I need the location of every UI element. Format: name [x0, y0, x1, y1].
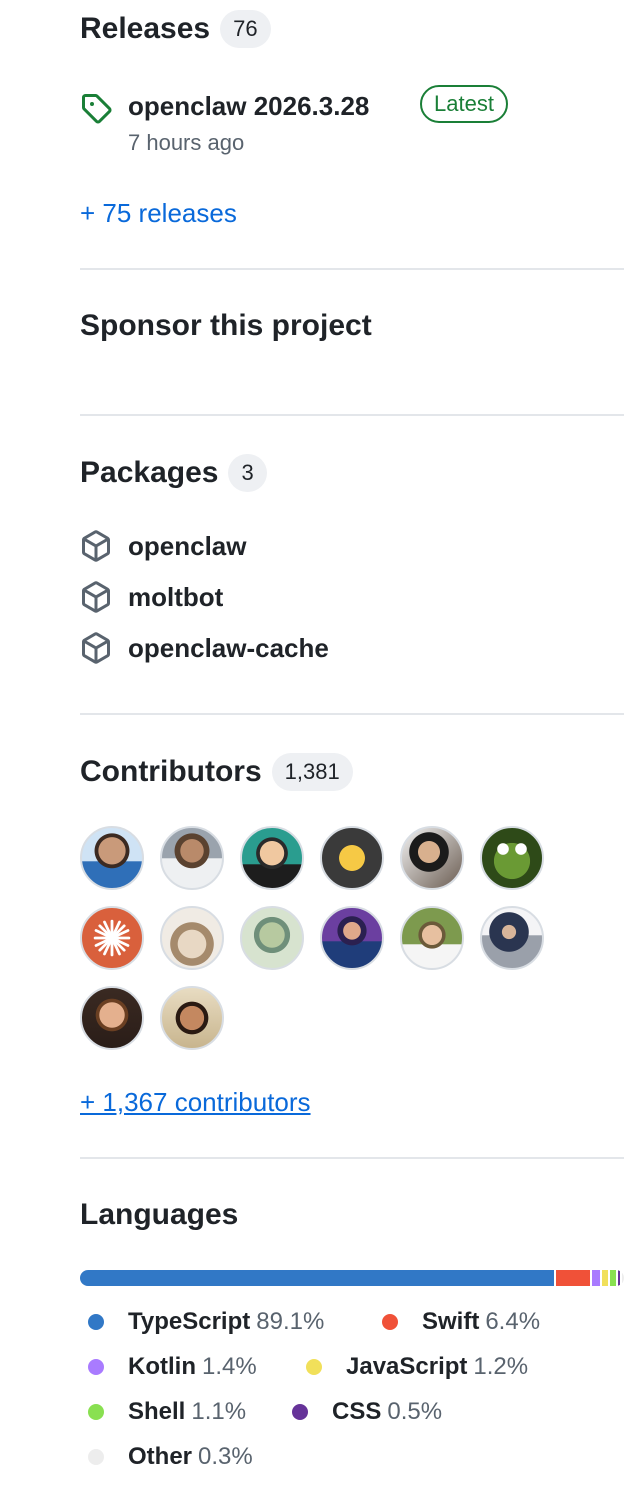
divider: [80, 414, 624, 416]
language-bar-segment-typescript: [80, 1270, 555, 1286]
language-item-css[interactable]: CSS 0.5%: [292, 1397, 442, 1427]
languages-header: Languages: [80, 1197, 624, 1233]
language-dot: [88, 1404, 104, 1420]
contributor-avatar[interactable]: [80, 986, 144, 1050]
language-dot: [306, 1359, 322, 1375]
language-dot: [88, 1449, 104, 1465]
language-bar: [80, 1270, 624, 1286]
language-dot: [382, 1314, 398, 1330]
tag-icon: [82, 94, 112, 124]
language-dot: [88, 1314, 104, 1330]
contributor-avatar[interactable]: [240, 906, 304, 970]
release-time: 7 hours ago: [128, 130, 245, 155]
contributor-avatar[interactable]: [480, 906, 544, 970]
language-item-swift[interactable]: Swift 6.4%: [382, 1307, 540, 1337]
language-bar-segment-swift: [556, 1270, 591, 1286]
language-item-kotlin[interactable]: Kotlin 1.4%: [88, 1352, 257, 1382]
package-name[interactable]: openclaw-cache: [128, 630, 329, 666]
more-contributors-link[interactable]: + 1,367 contributors: [80, 1087, 311, 1117]
contributor-avatar[interactable]: [320, 826, 384, 890]
release-name-link[interactable]: openclaw 2026.3.28: [128, 88, 369, 124]
sponsor-header: Sponsor this project: [80, 308, 624, 344]
language-bar-segment-javascript: [601, 1270, 608, 1286]
language-bar-segment-other: [622, 1270, 624, 1286]
starburst-icon: [93, 919, 131, 957]
language-dot: [292, 1404, 308, 1420]
language-item-shell[interactable]: Shell 1.1%: [88, 1397, 246, 1427]
package-icon: [82, 632, 110, 664]
contributor-avatar[interactable]: [400, 826, 464, 890]
more-releases-link[interactable]: + 75 releases: [80, 198, 237, 228]
language-dot: [88, 1359, 104, 1375]
releases-title[interactable]: Releases: [80, 11, 210, 47]
contributors-count-badge: 1,381: [271, 753, 353, 791]
contributor-avatar[interactable]: [240, 826, 304, 890]
package-name[interactable]: moltbot: [128, 579, 223, 615]
latest-badge: Latest: [420, 85, 508, 123]
contributor-avatar[interactable]: [160, 986, 224, 1050]
language-bar-segment-shell: [609, 1270, 616, 1286]
languages-title: Languages: [80, 1198, 239, 1231]
contributor-avatar[interactable]: [80, 826, 144, 890]
packages-count-badge: 3: [228, 454, 267, 492]
language-item-javascript[interactable]: JavaScript 1.2%: [306, 1352, 528, 1382]
contributor-avatar[interactable]: [320, 906, 384, 970]
divider: [80, 268, 624, 270]
contributor-avatar[interactable]: [160, 906, 224, 970]
language-item-typescript[interactable]: TypeScript 89.1%: [88, 1307, 324, 1337]
more-contributors: + 1,367 contributors: [80, 1087, 624, 1118]
language-bar-segment-css: [617, 1270, 621, 1286]
contributor-avatar[interactable]: [400, 906, 464, 970]
contributor-avatar[interactable]: [160, 826, 224, 890]
language-item-other: Other 0.3%: [88, 1442, 253, 1472]
contributor-avatar[interactable]: [80, 906, 144, 970]
contributors-title[interactable]: Contributors: [80, 754, 262, 790]
sponsor-title: Sponsor this project: [80, 309, 372, 342]
package-name[interactable]: openclaw: [128, 528, 246, 564]
packages-title[interactable]: Packages: [80, 455, 218, 491]
more-releases: + 75 releases: [80, 198, 624, 229]
package-icon: [82, 530, 110, 562]
contributors-header: Contributors 1,381: [80, 753, 624, 791]
releases-count-badge: 76: [220, 10, 271, 48]
divider: [80, 1157, 624, 1159]
releases-header: Releases 76: [80, 10, 624, 48]
packages-header: Packages 3: [80, 454, 624, 492]
package-icon: [82, 581, 110, 613]
divider: [80, 713, 624, 715]
contributor-avatar[interactable]: [480, 826, 544, 890]
language-bar-segment-kotlin: [592, 1270, 600, 1286]
